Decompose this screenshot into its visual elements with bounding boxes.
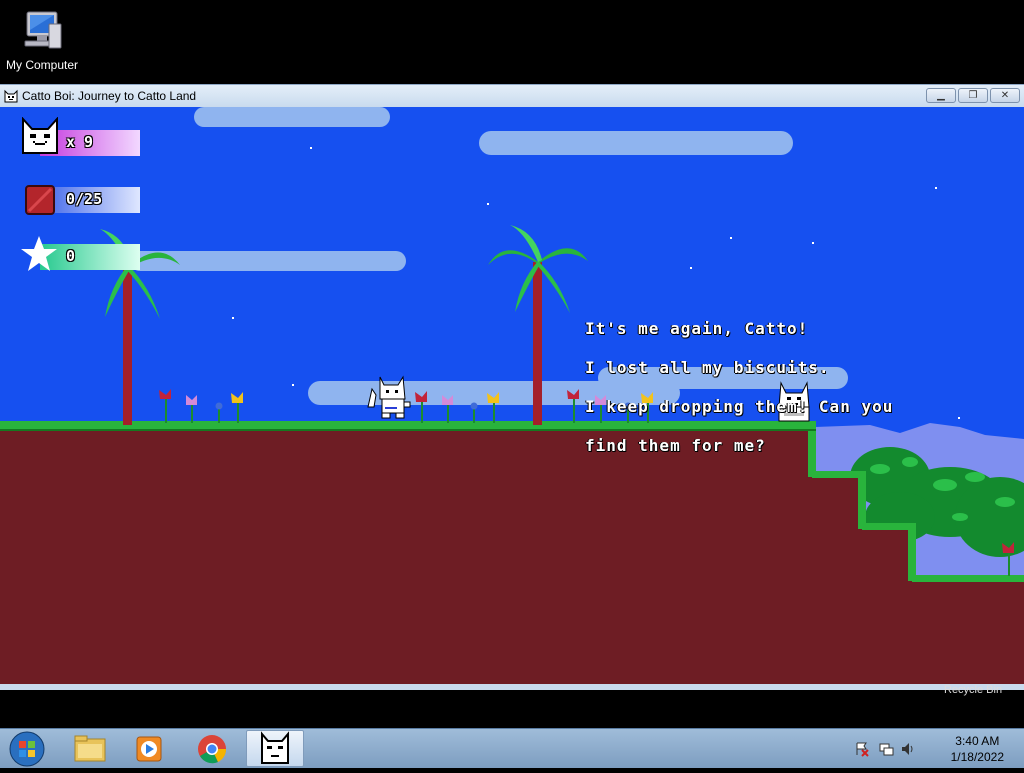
close-button[interactable]: ✕ <box>990 88 1020 103</box>
star-icon <box>20 235 58 273</box>
dialog-line: I keep dropping them! Can you <box>585 397 894 416</box>
cat-face-icon <box>21 116 59 155</box>
minimize-button[interactable]: ▁ <box>926 88 956 103</box>
cloud <box>130 251 406 271</box>
dialog-line: find them for me? <box>585 436 766 455</box>
game-window: Catto Boi: Journey to Catto Land ▁ ❐ ✕ x… <box>0 84 1024 690</box>
taskbar-catto-boi[interactable] <box>246 730 304 767</box>
system-tray: 3:40 AM 1/18/2022 <box>854 729 1024 769</box>
volume-icon[interactable] <box>900 741 916 762</box>
computer-icon <box>19 8 65 54</box>
cloud <box>194 107 390 127</box>
window-titlebar[interactable]: Catto Boi: Journey to Catto Land ▁ ❐ ✕ <box>0 84 1024 107</box>
desktop-icon-label: My Computer <box>5 58 79 72</box>
biscuit-count: 0/25 <box>66 190 103 208</box>
taskbar-chrome[interactable] <box>184 730 240 767</box>
close-icon: ✕ <box>1000 90 1010 101</box>
network-icon[interactable] <box>878 741 894 762</box>
start-button[interactable] <box>2 730 52 767</box>
folder-icon <box>74 735 106 762</box>
window-bottom-border <box>0 684 1024 690</box>
catto-app-icon <box>261 731 289 764</box>
recycle-bin-label[interactable]: Recycle Bin <box>944 684 1002 696</box>
taskbar-media-player[interactable] <box>121 730 177 767</box>
taskbar-file-explorer[interactable] <box>62 730 118 767</box>
window-title: Catto Boi: Journey to Catto Land <box>22 89 197 103</box>
clock[interactable]: 3:40 AM 1/18/2022 <box>951 733 1004 765</box>
taskbar: 3:40 AM 1/18/2022 <box>0 728 1024 768</box>
media-player-icon <box>136 736 162 762</box>
lives-count: x 9 <box>66 133 94 151</box>
my-computer-desktop-icon[interactable]: My Computer <box>2 8 82 72</box>
catto-app-icon <box>3 88 19 104</box>
clock-date: 1/18/2022 <box>950 750 1004 764</box>
cloud <box>479 131 793 155</box>
restore-button[interactable]: ❐ <box>958 88 988 103</box>
npc-dialog: It's me again, Catto! I lost all my bisc… <box>585 296 1015 478</box>
dialog-line: I lost all my biscuits. <box>585 358 830 377</box>
clock-time: 3:40 AM <box>955 734 1000 748</box>
dialog-line: It's me again, Catto! <box>585 319 809 338</box>
action-center-icon[interactable] <box>854 741 870 762</box>
biscuit-icon <box>25 185 55 215</box>
restore-icon: ❐ <box>968 90 978 101</box>
chrome-icon <box>198 735 227 764</box>
windows-orb-icon <box>9 731 45 767</box>
game-canvas[interactable]: x 9 0/25 0 It's me again, Catto! I lost … <box>0 107 1024 684</box>
star-count: 0 <box>66 247 76 265</box>
minimize-icon: ▁ <box>937 90 945 101</box>
